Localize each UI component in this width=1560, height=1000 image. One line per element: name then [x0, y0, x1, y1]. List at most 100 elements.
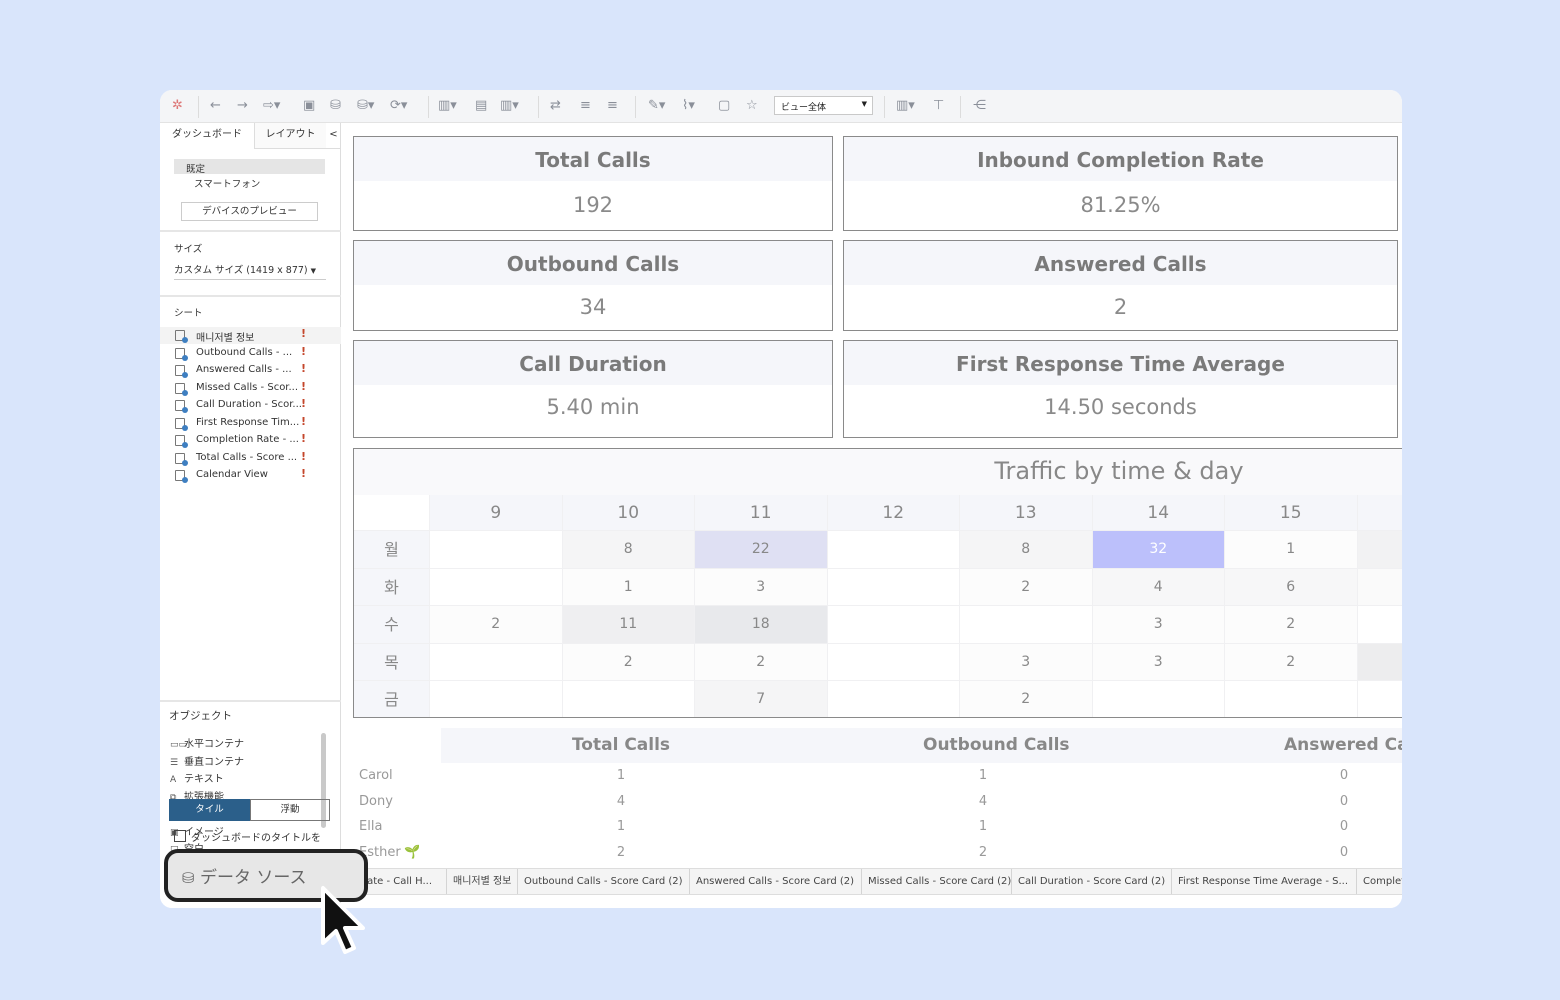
sheet-item[interactable]: Answered Calls - ...! [160, 362, 341, 379]
heatmap-cell[interactable] [430, 643, 563, 681]
heatmap-cell[interactable] [1357, 606, 1402, 644]
share-icon[interactable]: ⋲ [973, 98, 986, 114]
heatmap-cell[interactable] [430, 568, 563, 606]
score-card[interactable]: Inbound Completion Rate 81.25% [843, 136, 1398, 231]
heatmap-cell[interactable]: 2 [562, 643, 695, 681]
sheet-item[interactable]: Call Duration - Scor...! [160, 397, 341, 414]
sheet-tab[interactable]: Answered Calls - Score Card (2) [690, 869, 862, 894]
heatmap-cell[interactable] [960, 606, 1093, 644]
device-phone[interactable]: スマートフォン [194, 176, 260, 190]
score-card[interactable]: Outbound Calls 34 [353, 240, 833, 331]
pause-updates-icon[interactable]: ⛁▾ [357, 98, 374, 114]
collapse-panel-button[interactable]: < [326, 123, 341, 149]
heatmap-cell[interactable]: 1 [1225, 531, 1358, 569]
sheet-tab[interactable]: Missed Calls - Score Card (2) [862, 869, 1012, 894]
table-row[interactable]: Esther 🌱 2 2 0 [342, 845, 1402, 865]
heatmap-cell[interactable]: 8 [960, 531, 1093, 569]
highlight-icon[interactable]: ✎▾ [648, 98, 665, 114]
heatmap-cell[interactable]: 2 [960, 568, 1093, 606]
heatmap-cell[interactable]: 8 [562, 531, 695, 569]
object-item[interactable]: A テキスト [170, 770, 224, 787]
heatmap-cell[interactable]: 3 [960, 643, 1093, 681]
sheet-item[interactable]: Outbound Calls - ...! [160, 345, 341, 362]
table-row[interactable]: Ella 1 1 0 [342, 819, 1402, 839]
new-datasource-icon[interactable]: ⛁ [330, 98, 341, 114]
heatmap-cell[interactable] [827, 606, 960, 644]
size-select[interactable]: カスタム サイズ (1419 x 877) ▼ [174, 262, 326, 280]
sheet-item[interactable]: Calendar View! [160, 467, 341, 484]
heatmap-cell[interactable]: 22 [695, 531, 828, 569]
heatmap-cell[interactable]: 7 [695, 681, 828, 717]
sheet-item[interactable]: 매니저별 정보! [160, 327, 341, 344]
heatmap-cell[interactable]: 3 [1092, 643, 1225, 681]
replay-icon[interactable]: ⇨▾ [263, 98, 280, 114]
table-row[interactable]: Carol 1 1 0 [342, 768, 1402, 788]
sheet-item[interactable]: Total Calls - Score ...! [160, 450, 341, 467]
tile-toggle[interactable]: タイル [169, 799, 250, 821]
heatmap-cell[interactable] [827, 681, 960, 717]
sheet-tab[interactable]: Completio [1357, 869, 1402, 894]
score-card[interactable]: Answered Calls 2 [843, 240, 1398, 331]
sheet-tab[interactable]: 매니저별 정보 [447, 869, 518, 894]
sheet-tab[interactable]: First Response Time Average - S... [1172, 869, 1357, 894]
heatmap-cell[interactable] [1357, 643, 1402, 681]
undo-icon[interactable]: ← [210, 98, 221, 114]
heatmap-cell[interactable] [827, 568, 960, 606]
heatmap-cell[interactable]: 3 [1092, 606, 1225, 644]
heatmap-cell[interactable]: 6 [1225, 568, 1358, 606]
heatmap-cell[interactable]: 32 [1092, 531, 1225, 569]
heatmap-cell[interactable] [1357, 568, 1402, 606]
sort-asc-icon[interactable]: ≡ [580, 98, 591, 114]
sheet-tab[interactable]: Outbound Calls - Score Card (2) [518, 869, 690, 894]
heatmap-cell[interactable]: 2 [1225, 606, 1358, 644]
score-card[interactable]: Total Calls 192 [353, 136, 833, 231]
heatmap-cell[interactable] [1357, 681, 1402, 717]
tableau-logo-icon[interactable]: ✲ [172, 98, 183, 114]
heatmap-cell[interactable]: 2 [430, 606, 563, 644]
clear-sheet-icon[interactable]: ▥▾ [500, 98, 519, 114]
save-icon[interactable]: ▣ [303, 98, 315, 114]
heatmap-cell[interactable]: 3 [695, 568, 828, 606]
score-card[interactable]: First Response Time Average 14.50 seconds [843, 340, 1398, 438]
device-default[interactable]: 既定 [174, 159, 325, 175]
float-toggle[interactable]: 浮動 [250, 799, 330, 821]
heatmap-cell[interactable] [1357, 531, 1402, 569]
heatmap-cell[interactable] [827, 643, 960, 681]
label-icon[interactable]: ▢ [718, 98, 730, 114]
heatmap-cell[interactable] [430, 681, 563, 717]
sheet-item[interactable]: Missed Calls - Scor...! [160, 380, 341, 397]
duplicate-sheet-icon[interactable]: ▤ [475, 98, 487, 114]
show-title-checkbox[interactable] [174, 830, 186, 842]
object-item[interactable]: ▭▭水平コンテナ [170, 735, 244, 752]
presentation-icon[interactable]: ⊤ [933, 98, 944, 114]
heatmap-cell[interactable]: 1 [562, 568, 695, 606]
heatmap-cell[interactable] [430, 531, 563, 569]
table-row[interactable]: Dony 4 4 0 [342, 794, 1402, 814]
swap-icon[interactable]: ⇄ [550, 98, 561, 114]
sheet-item[interactable]: Completion Rate - ...! [160, 432, 341, 449]
heatmap-cell[interactable] [1225, 681, 1358, 717]
heatmap-cell[interactable] [1092, 681, 1225, 717]
heatmap-cell[interactable] [562, 681, 695, 717]
heatmap-cell[interactable]: 18 [695, 606, 828, 644]
heatmap-cell[interactable]: 2 [1225, 643, 1358, 681]
heatmap-cell[interactable]: 2 [960, 681, 1093, 717]
device-preview-button[interactable]: デバイスのプレビュー [181, 202, 318, 221]
pin-icon[interactable]: ☆ [746, 98, 758, 114]
sheet-tab[interactable]: Call Duration - Score Card (2) [1012, 869, 1172, 894]
tab-layout[interactable]: レイアウト [254, 123, 326, 149]
heatmap-cell[interactable]: 2 [695, 643, 828, 681]
tab-dashboard[interactable]: ダッシュボード [160, 123, 254, 149]
redo-icon[interactable]: → [237, 98, 248, 114]
sheet-item[interactable]: First Response Tim...! [160, 415, 341, 432]
heatmap-cell[interactable]: 11 [562, 606, 695, 644]
refresh-icon[interactable]: ⟳▾ [390, 98, 407, 114]
view-select[interactable]: ビュー全体 ▼ [774, 96, 873, 115]
sort-desc-icon[interactable]: ≡ [607, 98, 618, 114]
new-worksheet-icon[interactable]: ▥▾ [438, 98, 457, 114]
heatmap-cell[interactable] [827, 531, 960, 569]
heatmap-cell[interactable]: 4 [1092, 568, 1225, 606]
attach-icon[interactable]: ⌇▾ [682, 98, 695, 114]
score-card[interactable]: Call Duration 5.40 min [353, 340, 833, 438]
show-cards-icon[interactable]: ▥▾ [896, 98, 915, 114]
